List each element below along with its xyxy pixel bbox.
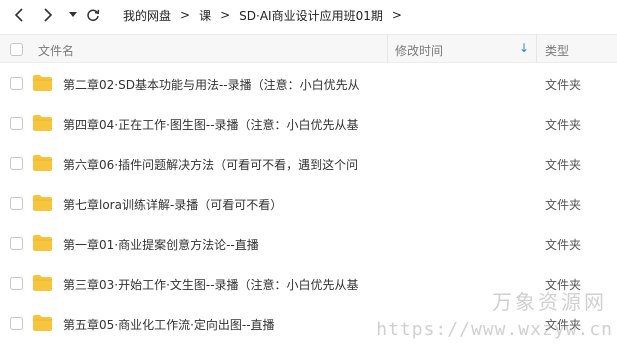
column-divider[interactable] <box>536 35 537 63</box>
row-checkbox[interactable] <box>10 157 23 170</box>
chevron-left-icon <box>14 8 23 22</box>
file-name[interactable]: 第五章05·商业化工作流·定向出图--直播 <box>63 316 275 333</box>
file-name[interactable]: 第六章06·插件问题解决方法（可看可不看，遇到这个问 <box>63 156 358 173</box>
row-checkbox[interactable] <box>10 237 23 250</box>
file-type: 文件夹 <box>545 78 582 92</box>
toolbar: 我的网盘 > 课 > SD·AI商业设计应用班01期 > <box>0 0 617 32</box>
table-row[interactable]: 第四章04·正在工作·图生图--录播（注意：小白优先从基 文件夹 <box>0 104 617 144</box>
breadcrumb-separator: > <box>220 8 231 22</box>
column-header-type[interactable]: 类型 <box>545 42 569 59</box>
column-divider[interactable] <box>387 35 388 63</box>
breadcrumb-item-my-drive[interactable]: 我的网盘 <box>123 7 171 24</box>
file-name[interactable]: 第三章03·开始工作·文生图--录播（注意：小白优先从基 <box>63 276 359 293</box>
folder-icon <box>33 195 52 211</box>
file-type: 文件夹 <box>545 118 582 132</box>
folder-icon <box>33 155 52 171</box>
row-checkbox[interactable] <box>10 197 23 210</box>
back-button[interactable] <box>8 4 30 26</box>
breadcrumb: 我的网盘 > 课 > SD·AI商业设计应用班01期 > <box>123 0 411 30</box>
breadcrumb-item-class[interactable]: SD·AI商业设计应用班01期 <box>239 7 383 24</box>
select-all-checkbox[interactable] <box>10 43 23 56</box>
column-header-modified[interactable]: 修改时间 <box>395 42 443 59</box>
folder-icon <box>33 75 52 91</box>
table-row[interactable]: 第三章03·开始工作·文生图--录播（注意：小白优先从基 文件夹 <box>0 264 617 304</box>
row-checkbox[interactable] <box>10 277 23 290</box>
history-dropdown[interactable] <box>62 4 84 26</box>
row-checkbox[interactable] <box>10 317 23 330</box>
file-type: 文件夹 <box>545 318 582 332</box>
file-name[interactable]: 第一章01·商业提案创意方法论--直播 <box>63 236 259 253</box>
chevron-right-icon <box>44 8 53 22</box>
forward-button[interactable] <box>37 4 59 26</box>
table-row[interactable]: 第七章lora训练详解-录播（可看可不看） 文件夹 <box>0 184 617 224</box>
breadcrumb-item-course[interactable]: 课 <box>199 7 211 24</box>
row-checkbox[interactable] <box>10 117 23 130</box>
file-type: 文件夹 <box>545 238 582 252</box>
breadcrumb-separator: > <box>180 8 191 22</box>
table-row[interactable]: 第五章05·商业化工作流·定向出图--直播 文件夹 <box>0 304 617 344</box>
breadcrumb-expand[interactable]: > <box>392 8 402 22</box>
file-name[interactable]: 第四章04·正在工作·图生图--录播（注意：小白优先从基 <box>63 116 359 133</box>
folder-icon <box>33 315 52 331</box>
table-row[interactable]: 第二章02·SD基本功能与用法--录播（注意：小白优先从 文件夹 <box>0 64 617 104</box>
sort-descending-icon[interactable]: ↓ <box>519 41 529 55</box>
table-row[interactable]: 第一章01·商业提案创意方法论--直播 文件夹 <box>0 224 617 264</box>
folder-icon <box>33 235 52 251</box>
refresh-icon <box>87 9 100 22</box>
file-type: 文件夹 <box>545 278 582 292</box>
table-row[interactable]: 第六章06·插件问题解决方法（可看可不看，遇到这个问 文件夹 <box>0 144 617 184</box>
row-checkbox[interactable] <box>10 77 23 90</box>
file-list-header: 文件名 修改时间 ↓ 类型 <box>0 34 617 63</box>
file-name[interactable]: 第七章lora训练详解-录播（可看可不看） <box>63 196 282 213</box>
file-name[interactable]: 第二章02·SD基本功能与用法--录播（注意：小白优先从 <box>63 76 360 93</box>
column-header-name[interactable]: 文件名 <box>38 42 74 59</box>
folder-icon <box>33 275 52 291</box>
file-type: 文件夹 <box>545 198 582 212</box>
file-type: 文件夹 <box>545 158 582 172</box>
folder-icon <box>33 115 52 131</box>
refresh-button[interactable] <box>82 4 104 26</box>
caret-down-icon <box>69 12 77 17</box>
